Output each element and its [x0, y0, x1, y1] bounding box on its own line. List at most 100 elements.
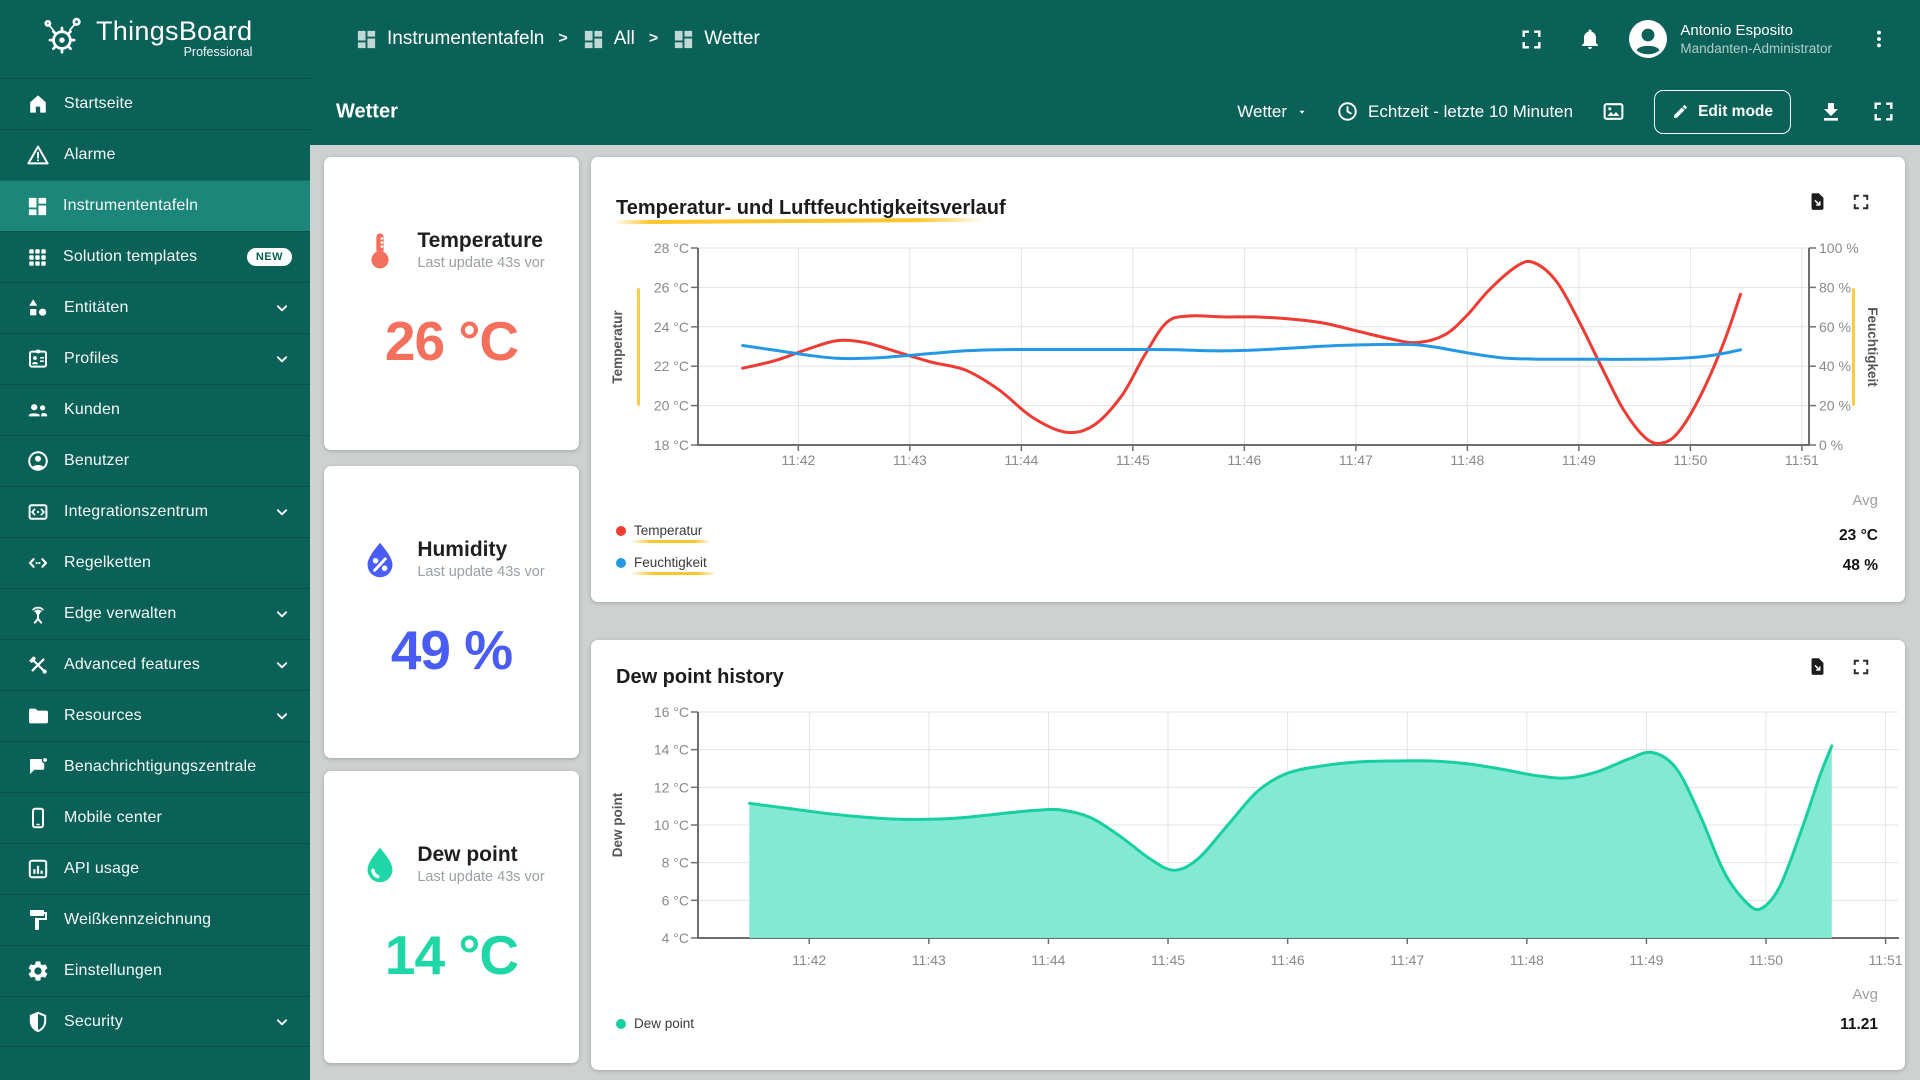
fullscreen-icon[interactable]	[1519, 27, 1544, 52]
page-title: Wetter	[336, 100, 398, 122]
breadcrumb-item-all[interactable]: All	[582, 28, 635, 51]
fullscreen-icon[interactable]	[1851, 192, 1871, 212]
sidebar-item-label: Profiles	[64, 350, 119, 367]
edit-mode-button[interactable]: Edit mode	[1654, 89, 1791, 134]
sidebar-item-security[interactable]: Security	[0, 996, 310, 1047]
legend-label: Temperatur	[632, 523, 711, 543]
legend-item-feuchtigkeit[interactable]: Feuchtigkeit	[616, 555, 715, 575]
sidebar-item-startseite[interactable]: Startseite	[0, 78, 310, 129]
chart-card-1: 28 °C 26 °C 24 °C 22 °C 20 °C 18 °C 100 % 80 % 6…	[591, 157, 1905, 602]
svg-text:6 °C: 6 °C	[662, 892, 689, 908]
svg-text:11:51: 11:51	[1869, 952, 1903, 968]
state-select-label: Wetter	[1237, 101, 1288, 121]
sidebar-item-label: Security	[64, 1012, 123, 1030]
svg-text:11:51: 11:51	[1785, 452, 1819, 468]
svg-text:20 %: 20 %	[1819, 398, 1851, 414]
breadcrumb: Instrumententafeln > All > Wetter	[355, 0, 760, 78]
sidebar-item-label: Integrationszentrum	[64, 503, 209, 520]
svg-text:11:42: 11:42	[781, 452, 815, 468]
sidebar-item-label: API usage	[64, 860, 140, 877]
breadcrumb-separator: >	[558, 30, 568, 47]
dashboard-state-select[interactable]: Wetter	[1237, 102, 1308, 122]
sidebar-item-api-usage[interactable]: API usage	[0, 843, 310, 894]
more-vert-icon[interactable]	[1868, 28, 1890, 50]
sidebar-item-label: Resources	[64, 707, 142, 724]
sidebar-item-label: Instrumententafeln	[63, 197, 199, 214]
clock-icon	[1336, 100, 1359, 123]
chevron-down-icon	[272, 655, 292, 675]
download-icon[interactable]	[1819, 100, 1843, 124]
legend-label: Feuchtigkeit	[632, 555, 715, 575]
sidebar-item-advanced-features[interactable]: Advanced features	[0, 639, 310, 690]
user-name: Antonio Esposito	[1680, 22, 1793, 39]
svg-text:11:48: 11:48	[1510, 952, 1544, 968]
notifications-bell-icon[interactable]	[1578, 27, 1602, 51]
sidebar-item-profiles[interactable]: Profiles	[0, 333, 310, 384]
widget-head: Humidity Last update 43s vor	[324, 538, 579, 582]
breadcrumb-label: Instrumententafeln	[387, 28, 545, 49]
sidebar-item-regelketten[interactable]: Regelketten	[0, 537, 310, 588]
sidebar-item-benutzer[interactable]: Benutzer	[0, 435, 310, 486]
legend-item-dew-point[interactable]: Dew point	[616, 1016, 694, 1031]
chart-plot-1: 28 °C 26 °C 24 °C 22 °C 20 °C 18 °C 100 % 80 % 6…	[610, 240, 1880, 468]
chart-plot-2: 16 °C 14 °C 12 °C 10 °C 8 °C 6 °C 4 °C 11:42 11:…	[610, 704, 1903, 968]
widget-last-update: Last update 43s vor	[417, 255, 545, 272]
sidebar-item-resources[interactable]: Resources	[0, 690, 310, 741]
app-edition: Professional	[183, 44, 253, 59]
sidebar-item-label: Kunden	[64, 401, 121, 418]
svg-text:11:47: 11:47	[1390, 952, 1424, 968]
svg-text:11:48: 11:48	[1450, 452, 1484, 468]
security-shield-icon	[26, 1010, 50, 1034]
avatar-icon[interactable]	[1628, 19, 1668, 59]
breadcrumb-item-wetter[interactable]: Wetter	[672, 28, 760, 51]
dashboards-icon	[355, 28, 378, 51]
sidebar-item-label: Weißkennzeichnung	[64, 911, 212, 928]
sidebar-item-integrationszentrum[interactable]: Integrationszentrum	[0, 486, 310, 537]
sidebar-item-benachrichtigungszentrale[interactable]: Benachrichtigungszentrale	[0, 741, 310, 792]
widget-titles: Temperature Last update 43s vor	[417, 229, 544, 273]
export-file-icon[interactable]	[1807, 191, 1828, 212]
edit-mode-label: Edit mode	[1698, 102, 1773, 120]
time-window-button[interactable]: Echtzeit - letzte 10 Minuten	[1336, 100, 1573, 123]
sidebar-item-weißkennzeichnung[interactable]: Weißkennzeichnung	[0, 894, 310, 945]
legend-item-temperatur[interactable]: Temperatur	[616, 523, 711, 543]
sidebar-item-solution-templates[interactable]: Solution templates NEW	[0, 231, 310, 282]
sidebar-item-instrumententafeln[interactable]: Instrumententafeln	[0, 180, 310, 231]
sidebar-item-einstellungen[interactable]: Einstellungen	[0, 945, 310, 996]
new-badge: NEW	[246, 248, 292, 266]
sidebar-item-edge-verwalten[interactable]: Edge verwalten	[0, 588, 310, 639]
widget-title: Temperature	[417, 229, 543, 252]
sidebar-item-alarme[interactable]: Alarme	[0, 129, 310, 180]
svg-text:11:50: 11:50	[1749, 952, 1783, 968]
breadcrumb-item-instrumententafeln[interactable]: Instrumententafeln	[355, 28, 544, 51]
chart-title: Dew point history	[616, 666, 784, 688]
pencil-icon	[1672, 103, 1689, 120]
sidebar-item-mobile-center[interactable]: Mobile center	[0, 792, 310, 843]
legend-label: Dew point	[634, 1016, 695, 1031]
fullscreen-icon[interactable]	[1851, 657, 1871, 677]
rule-chains-icon	[26, 551, 50, 575]
export-file-icon[interactable]	[1807, 656, 1828, 677]
svg-text:8 °C: 8 °C	[662, 855, 689, 871]
sidebar-item-entitäten[interactable]: Entitäten	[0, 282, 310, 333]
fullscreen-icon[interactable]	[1871, 99, 1896, 124]
svg-text:40 %: 40 %	[1819, 358, 1851, 374]
svg-text:Temperatur: Temperatur	[610, 310, 625, 384]
app-logo[interactable]: ThingsBoard Professional	[40, 14, 252, 60]
sidebar-item-label: Startseite	[64, 95, 134, 112]
chevron-down-icon	[272, 502, 292, 522]
dew-droplet-icon	[358, 843, 402, 887]
widget-last-update: Last update 43s vor	[417, 564, 545, 581]
breadcrumb-label: All	[613, 28, 635, 49]
breadcrumb-separator: >	[648, 30, 659, 47]
sidebar-item-label: Solution templates	[63, 248, 198, 265]
dew-point-card: Dew point Last update 43s vor 14 °C	[324, 771, 579, 1063]
chart-card-2: 16 °C 14 °C 12 °C 10 °C 8 °C 6 °C 4 °C 11:42 11:…	[591, 640, 1905, 1070]
time-window-label: Echtzeit - letzte 10 Minuten	[1368, 101, 1574, 121]
sidebar-item-kunden[interactable]: Kunden	[0, 384, 310, 435]
header-actions: Antonio Esposito Mandanten-Administrator	[1519, 0, 1890, 78]
user-menu[interactable]: Antonio Esposito Mandanten-Administrator	[1680, 22, 1832, 56]
widget-head: Dew point Last update 43s vor	[324, 843, 579, 887]
dashboard-image-icon[interactable]	[1601, 99, 1626, 124]
chevron-down-icon	[272, 706, 292, 726]
